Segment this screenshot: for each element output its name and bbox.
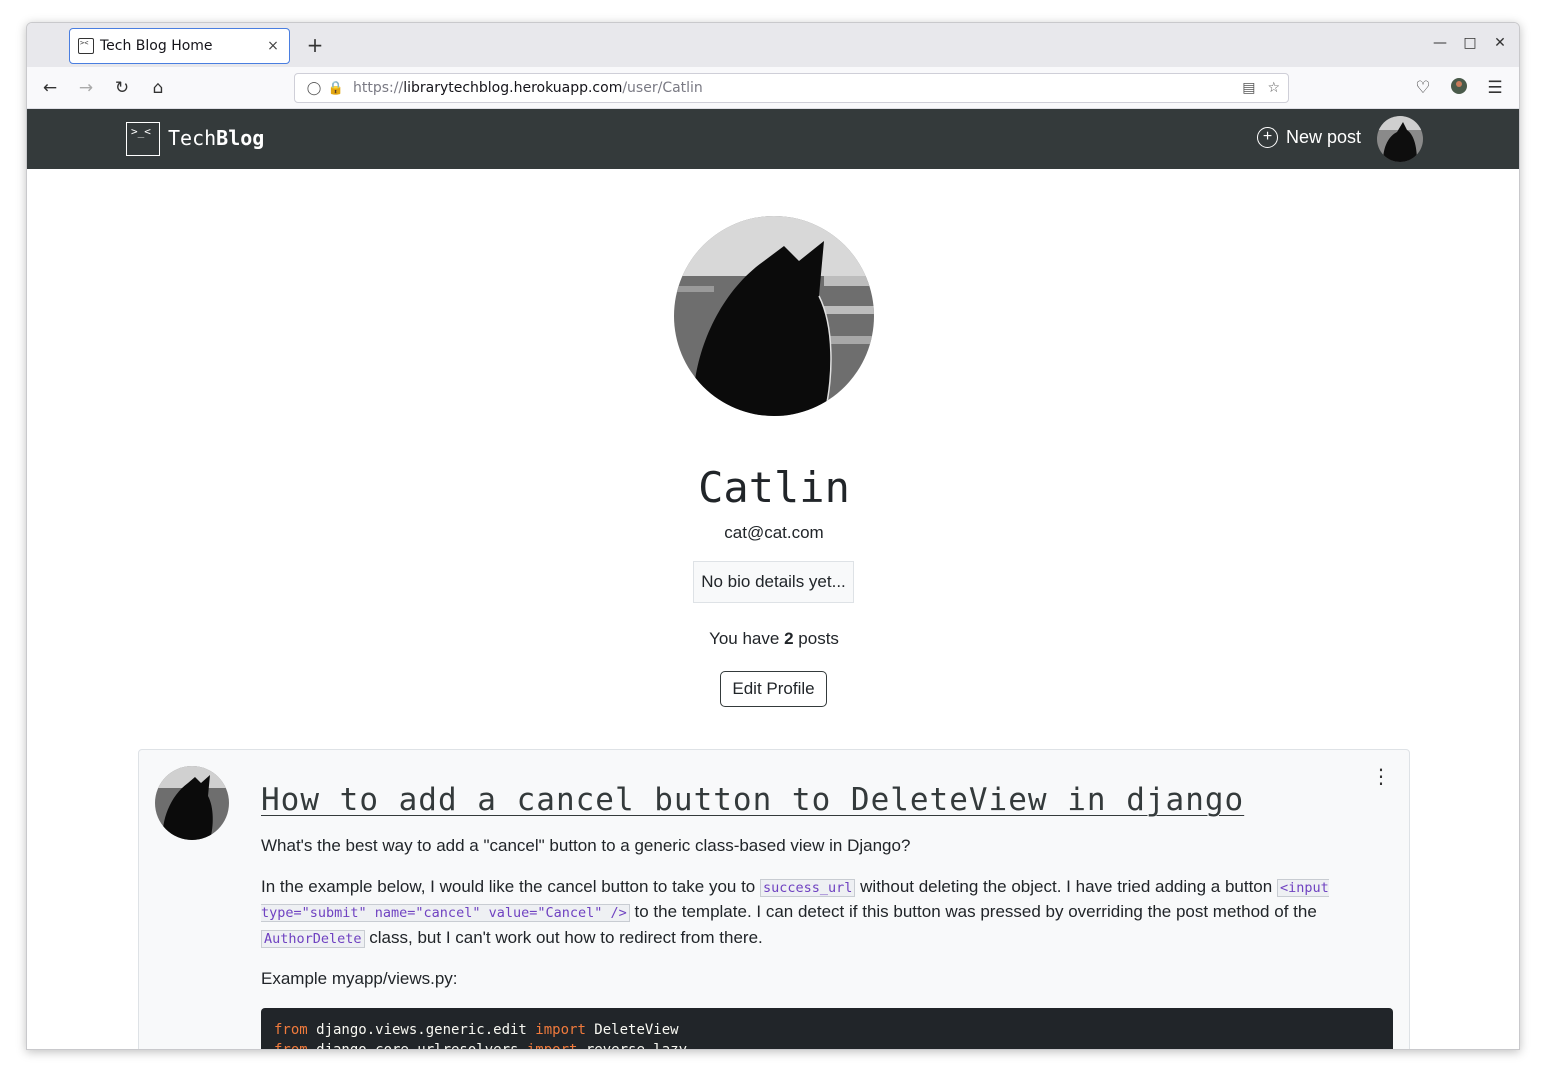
post-title-link[interactable]: How to add a cancel button to DeleteView… <box>261 780 1393 820</box>
code-block: from django.views.generic.edit import De… <box>261 1007 1393 1050</box>
post-paragraph-3: Example myapp/views.py: <box>261 969 458 988</box>
close-tab-icon[interactable]: × <box>265 38 281 54</box>
shield-icon[interactable]: ◯ <box>303 81 325 96</box>
tab-strip: >< Tech Blog Home × + — □ ✕ <box>27 23 1519 67</box>
post-card: ⋮ How to add a cancel button to DeleteVi… <box>138 749 1410 1050</box>
post-author-avatar <box>155 766 229 840</box>
site-header: >_< TechBlog + New post <box>27 109 1519 169</box>
browser-window: >< Tech Blog Home × + — □ ✕ ← → ↻ ⌂ ◯ 🔒 … <box>26 22 1520 1050</box>
logo-icon[interactable]: >_< <box>126 122 160 156</box>
address-bar[interactable]: ◯ 🔒 https://librarytechblog.herokuapp.co… <box>294 73 1289 103</box>
tab-title: Tech Blog Home <box>100 38 213 54</box>
post-paragraph-1: What's the best way to add a "cancel" bu… <box>261 836 911 855</box>
profile-username: Catlin <box>698 463 850 512</box>
inline-code-author-delete: AuthorDelete <box>261 929 365 948</box>
reload-icon[interactable]: ↻ <box>111 77 133 99</box>
plus-circle-icon: + <box>1257 127 1278 148</box>
inline-code-success-url: success_url <box>760 878 856 897</box>
forward-arrow-icon[interactable]: → <box>75 77 97 99</box>
code-line: from django.core.urlresolvers import rev… <box>274 1041 688 1050</box>
favicon-icon: >< <box>78 38 94 54</box>
edit-profile-button[interactable]: Edit Profile <box>720 671 827 707</box>
post-count-text: You have 2 posts <box>709 629 839 648</box>
account-avatar-icon[interactable] <box>1448 77 1470 99</box>
reader-view-icon[interactable]: ▤ <box>1242 80 1255 96</box>
profile-bio: No bio details yet... <box>693 561 854 603</box>
post-paragraph-2: In the example below, I would like the c… <box>261 876 1329 948</box>
tab-tech-blog-home[interactable]: >< Tech Blog Home × <box>69 28 290 64</box>
bookmark-star-icon[interactable]: ☆ <box>1267 80 1280 96</box>
site-logo-text[interactable]: TechBlog <box>168 126 264 150</box>
pocket-icon[interactable]: ♡ <box>1412 77 1434 99</box>
profile-avatar <box>674 216 874 416</box>
new-tab-button[interactable]: + <box>303 33 327 57</box>
header-avatar[interactable] <box>1377 116 1423 162</box>
back-arrow-icon[interactable]: ← <box>39 77 61 99</box>
navigation-bar: ← → ↻ ⌂ ◯ 🔒 https://librarytechblog.hero… <box>27 67 1519 109</box>
home-icon[interactable]: ⌂ <box>147 77 169 99</box>
new-post-button[interactable]: + New post <box>1257 127 1361 148</box>
menu-hamburger-icon[interactable]: ☰ <box>1484 77 1506 99</box>
lock-icon[interactable]: 🔒 <box>325 81 347 96</box>
profile-email: cat@cat.com <box>724 523 824 542</box>
minimize-icon[interactable]: — <box>1430 35 1450 51</box>
url-text[interactable]: https://librarytechblog.herokuapp.com/us… <box>353 80 703 96</box>
close-window-icon[interactable]: ✕ <box>1490 35 1510 51</box>
code-line: from django.views.generic.edit import De… <box>274 1021 679 1038</box>
maximize-icon[interactable]: □ <box>1460 35 1480 51</box>
post-content: How to add a cancel button to DeleteView… <box>261 780 1393 1050</box>
